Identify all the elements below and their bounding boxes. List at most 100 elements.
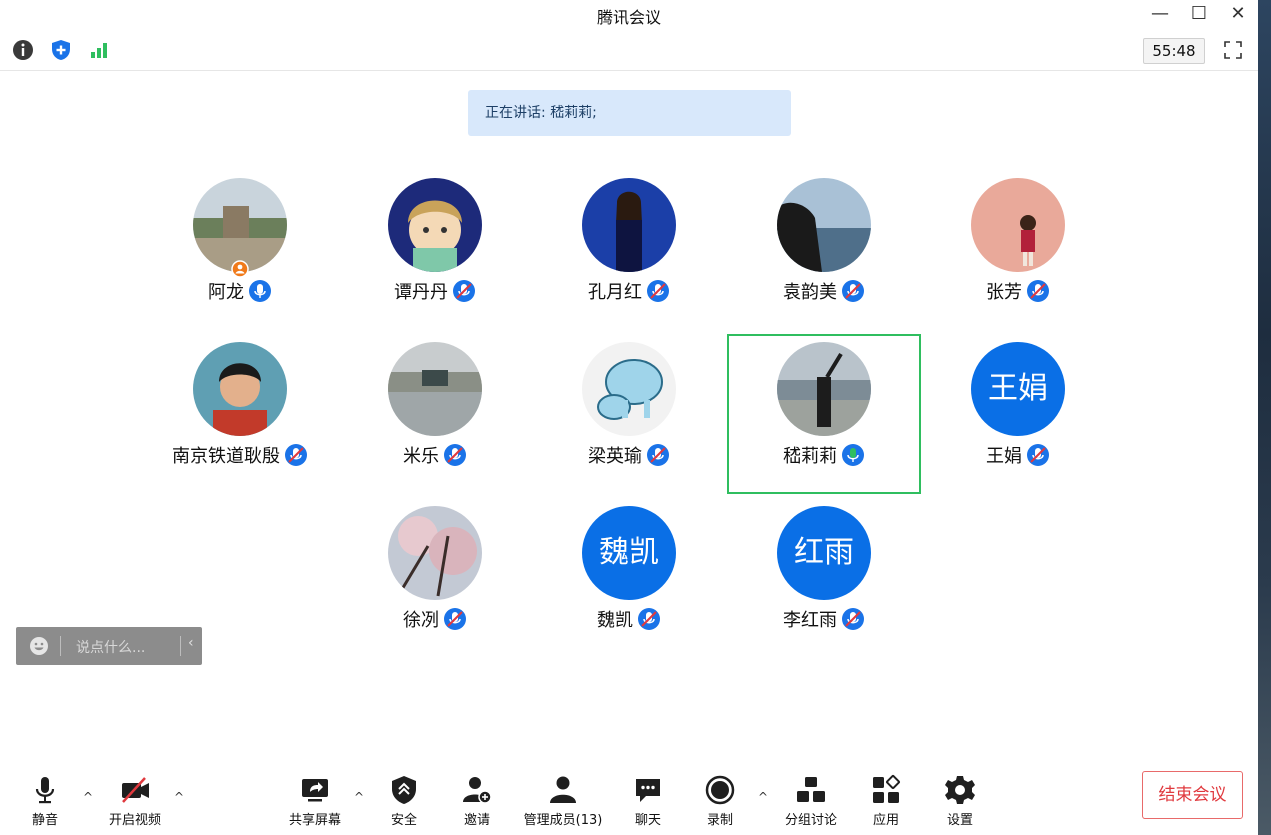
- security-shield-icon[interactable]: [50, 39, 72, 61]
- invite-label: 邀请: [463, 813, 490, 828]
- camera-off-icon: [122, 777, 149, 803]
- participant-name: 李红雨: [783, 610, 837, 631]
- apps-button[interactable]: 应用: [868, 774, 904, 828]
- participant-tile-speaking[interactable]: 嵇莉莉: [727, 334, 921, 494]
- participant-name-line: 王娟: [921, 442, 1115, 468]
- avatar: [777, 178, 871, 272]
- security-label: 安全: [390, 813, 417, 828]
- microphone-muted-icon: [647, 444, 669, 466]
- participant-tile[interactable]: 南京铁道耿殷: [143, 334, 337, 494]
- participant-tile[interactable]: 张芳: [921, 170, 1115, 330]
- participant-name-line: 袁韵美: [727, 278, 921, 304]
- video-button[interactable]: 开启视频: [104, 774, 166, 828]
- participant-tile[interactable]: 孔月红: [532, 170, 726, 330]
- end-meeting-button[interactable]: 结束会议: [1142, 771, 1243, 819]
- microphone-muted-icon: [842, 608, 864, 630]
- participant-name-line: 嵇莉莉: [729, 442, 919, 468]
- avatar: [971, 178, 1065, 272]
- network-signal-icon[interactable]: [88, 39, 110, 61]
- participant-name-line: 孔月红: [532, 278, 726, 304]
- mute-label: 静音: [31, 813, 58, 828]
- avatar: [582, 178, 676, 272]
- share-screen-button[interactable]: 共享屏幕: [284, 774, 346, 828]
- divider: [180, 636, 181, 656]
- participant-name: 王娟: [986, 446, 1022, 467]
- breakout-rooms-label: 分组讨论: [784, 813, 837, 828]
- invite-button[interactable]: 邀请: [459, 774, 495, 828]
- title-bar: 腾讯会议 — ☐ ✕: [0, 0, 1258, 30]
- shield-icon: [392, 776, 416, 804]
- mute-button[interactable]: 静音: [24, 774, 66, 828]
- chevron-up-icon[interactable]: ^: [354, 790, 364, 804]
- chat-input-bar[interactable]: 说点什么... ‹: [16, 627, 202, 665]
- participant-tile[interactable]: 米乐: [338, 334, 532, 494]
- security-button[interactable]: 安全: [386, 774, 422, 828]
- participant-tile[interactable]: 魏凯 魏凯: [532, 498, 726, 658]
- chat-button[interactable]: 聊天: [630, 774, 666, 828]
- status-bar: 55:48: [0, 30, 1258, 71]
- close-button[interactable]: ✕: [1224, 2, 1252, 26]
- microphone-muted-icon: [453, 280, 475, 302]
- maximize-button[interactable]: ☐: [1185, 2, 1213, 26]
- microphone-muted-icon: [1027, 444, 1049, 466]
- participant-tile[interactable]: 红雨 李红雨: [727, 498, 921, 658]
- avatar: [777, 342, 871, 436]
- members-icon: [550, 776, 576, 803]
- avatar: [582, 342, 676, 436]
- meeting-timer: 55:48: [1143, 38, 1205, 64]
- share-screen-label: 共享屏幕: [288, 813, 341, 828]
- avatar-initials: 王娟: [971, 342, 1065, 436]
- microphone-icon: [35, 777, 55, 804]
- participant-name: 米乐: [403, 446, 439, 467]
- chat-label: 聊天: [634, 813, 661, 828]
- chevron-up-icon[interactable]: ^: [174, 790, 184, 804]
- participant-name: 袁韵美: [783, 282, 837, 303]
- speaking-text: 正在讲话: 嵇莉莉;: [485, 105, 597, 121]
- participant-name: 孔月红: [588, 282, 642, 303]
- chevron-up-icon[interactable]: ^: [83, 790, 93, 804]
- manage-members-button[interactable]: 管理成员(13): [520, 774, 606, 828]
- avatar: [388, 506, 482, 600]
- participant-tile[interactable]: 王娟 王娟: [921, 334, 1115, 494]
- record-button[interactable]: 录制: [702, 774, 738, 828]
- participant-tile[interactable]: 阿龙: [143, 170, 337, 330]
- microphone-muted-icon: [1027, 280, 1049, 302]
- participant-tile[interactable]: 梁英瑜: [532, 334, 726, 494]
- record-icon: [705, 775, 735, 805]
- avatar: [388, 178, 482, 272]
- participant-tile[interactable]: 袁韵美: [727, 170, 921, 330]
- participant-name-line: 魏凯: [532, 606, 726, 632]
- microphone-muted-icon: [444, 444, 466, 466]
- divider: [60, 636, 61, 656]
- video-label: 开启视频: [108, 813, 161, 828]
- avatar-initials: 红雨: [777, 506, 871, 600]
- fullscreen-icon[interactable]: [1222, 39, 1244, 61]
- emoji-icon[interactable]: [29, 636, 49, 656]
- collapse-chevron-icon[interactable]: ‹: [188, 635, 194, 651]
- participant-tile[interactable]: 谭丹丹: [338, 170, 532, 330]
- participant-name: 嵇莉莉: [783, 446, 837, 467]
- microphone-speaking-icon: [842, 444, 864, 466]
- avatar: [193, 178, 287, 272]
- info-icon[interactable]: [12, 39, 34, 61]
- participant-name: 谭丹丹: [394, 282, 448, 303]
- microphone-muted-icon: [285, 444, 307, 466]
- participant-name: 魏凯: [597, 610, 633, 631]
- settings-button[interactable]: 设置: [942, 774, 978, 828]
- microphone-muted-icon: [638, 608, 660, 630]
- desktop-background-strip: [1258, 0, 1271, 835]
- participant-name-line: 谭丹丹: [338, 278, 532, 304]
- participant-tile[interactable]: 徐冽: [338, 498, 532, 658]
- breakout-rooms-button[interactable]: 分组讨论: [780, 774, 842, 828]
- participant-name: 梁英瑜: [588, 446, 642, 467]
- chat-bubble-icon: [636, 779, 660, 802]
- participant-name: 张芳: [986, 282, 1022, 303]
- chat-placeholder[interactable]: 说点什么...: [76, 637, 145, 657]
- gear-icon: [945, 776, 975, 804]
- minimize-button[interactable]: —: [1146, 2, 1174, 26]
- participant-name: 南京铁道耿殷: [172, 446, 280, 467]
- breakout-rooms-icon: [797, 777, 825, 802]
- participant-name-line: 徐冽: [338, 606, 532, 632]
- participant-name-line: 米乐: [338, 442, 532, 468]
- chevron-up-icon[interactable]: ^: [758, 790, 768, 804]
